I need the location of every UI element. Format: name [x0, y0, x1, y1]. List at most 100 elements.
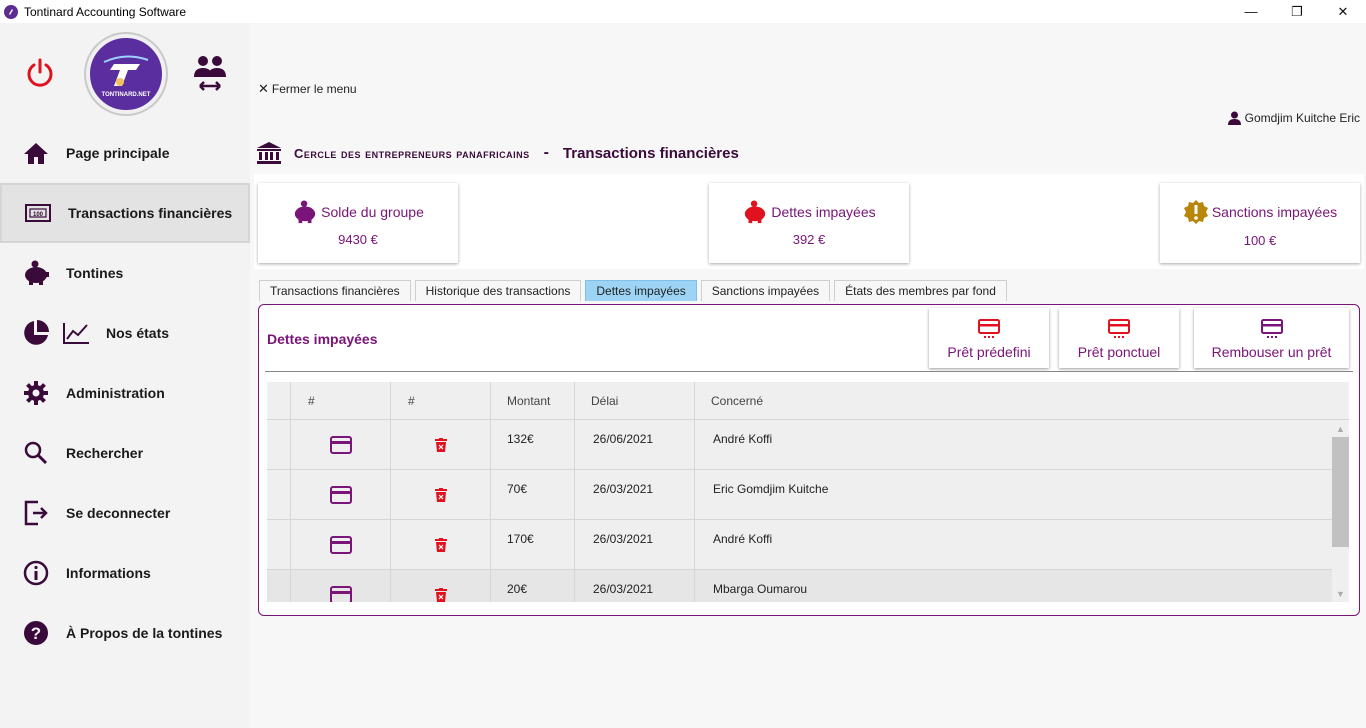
row-header[interactable] — [267, 520, 291, 569]
credit-card-icon[interactable] — [329, 535, 352, 554]
sidebar-item-home[interactable]: Page principale — [0, 123, 250, 183]
scroll-up-icon[interactable]: ▲ — [1332, 420, 1349, 437]
tab-transactions-financieres[interactable]: Transactions financières — [259, 280, 411, 301]
sidebar-item-rechercher[interactable]: Rechercher — [0, 423, 250, 483]
cell-concerne: Mbarga Oumarou — [713, 582, 808, 596]
cell-concerne: Eric Gomdjim Kuitche — [713, 482, 829, 496]
column-header-action2[interactable]: # — [391, 382, 491, 419]
tab-etats-membres[interactable]: États des membres par fond — [834, 280, 1007, 301]
cell-montant: 132€ — [491, 420, 575, 469]
pret-predefini-button[interactable]: Prêt prédefini — [929, 308, 1049, 368]
svg-text:?: ? — [31, 624, 41, 643]
power-icon[interactable] — [24, 57, 56, 94]
current-user[interactable]: Gomdjim Kuitche Eric — [1227, 111, 1360, 125]
pie-chart-icon — [22, 319, 50, 347]
cell-delai: 26/06/2021 — [575, 420, 695, 469]
maximize-button[interactable]: ❐ — [1274, 0, 1320, 23]
button-label: Prêt ponctuel — [1077, 343, 1161, 360]
table-row[interactable]: 132€ 26/06/2021 André Koffi — [267, 420, 1349, 470]
credit-card-icon[interactable] — [329, 585, 352, 602]
scroll-thumb[interactable] — [1332, 437, 1349, 547]
table-row[interactable]: 70€ 26/03/2021 Eric Gomdjim Kuitche — [267, 470, 1349, 520]
sidebar-item-transactions[interactable]: 100 Transactions financières — [0, 183, 250, 243]
header-separator: - — [543, 144, 549, 161]
row-header[interactable] — [267, 420, 291, 469]
close-menu-button[interactable]: ✕ Fermer le menu — [258, 81, 357, 97]
delete-icon[interactable] — [434, 537, 447, 552]
sidebar-item-deconnecter[interactable]: Se deconnecter — [0, 483, 250, 543]
credit-card-icon — [1260, 317, 1283, 339]
cell-montant: 70€ — [491, 470, 575, 519]
logo: TONTINARD.NET — [86, 34, 166, 114]
dettes-table: # # Montant Délai Concerné 132€ 26/06/20… — [267, 382, 1349, 602]
tab-sanctions-impayees[interactable]: Sanctions impayées — [700, 280, 831, 301]
help-icon: ? — [22, 619, 50, 647]
page-title: Transactions financières — [562, 144, 739, 162]
column-header-montant[interactable]: Montant — [491, 382, 575, 419]
sidebar: TONTINARD.NET Page principale 100 Transa… — [0, 23, 250, 728]
card-sanctions-impayees: Sanctions impayées 100 € — [1160, 183, 1360, 263]
line-chart-icon — [62, 319, 90, 347]
card-solde-groupe: Solde du groupe 9430 € — [258, 183, 458, 263]
sidebar-item-tontines[interactable]: Tontines — [0, 243, 250, 303]
card-value: 9430 € — [338, 231, 378, 247]
button-label: Rembouser un prêt — [1211, 343, 1332, 360]
tab-historique-transactions[interactable]: Historique des transactions — [414, 280, 582, 301]
cell-concerne: André Koffi — [713, 532, 773, 546]
cell-montant: 170€ — [491, 520, 575, 569]
cell-delai: 26/03/2021 — [575, 520, 695, 569]
cell-delai: 26/03/2021 — [575, 570, 695, 602]
page-header: Cercle des entrepreneurs panafricains - … — [256, 141, 739, 165]
credit-card-icon — [978, 317, 1000, 339]
main-content: ✕ Fermer le menu Gomdjim Kuitche Eric Ce… — [250, 23, 1366, 728]
card-dettes-impayees: Dettes impayées 392 € — [709, 183, 909, 263]
column-header-delai[interactable]: Délai — [575, 382, 695, 419]
button-label: Prêt prédefini — [947, 343, 1031, 360]
switch-users-icon[interactable] — [192, 53, 228, 98]
close-icon: ✕ — [258, 81, 269, 96]
tab-bar: Transactions financières Historique des … — [259, 280, 1011, 301]
rembourser-pret-button[interactable]: Rembouser un prêt — [1194, 308, 1349, 368]
scroll-down-icon[interactable]: ▼ — [1332, 585, 1349, 602]
delete-icon[interactable] — [434, 587, 447, 602]
card-title: Solde du groupe — [321, 203, 424, 220]
summary-cards: Solde du groupe 9430 € Dettes impayées 3… — [254, 174, 1364, 269]
table-scrollbar[interactable]: ▲ ▼ — [1332, 420, 1349, 602]
card-title: Sanctions impayées — [1211, 203, 1338, 220]
piggy-bank-icon — [22, 259, 50, 287]
app-icon — [4, 4, 18, 19]
sidebar-item-informations[interactable]: Informations — [0, 543, 250, 603]
title-bar: Tontinard Accounting Software — ❐ ✕ — [0, 0, 1366, 23]
credit-card-icon[interactable] — [329, 485, 352, 504]
delete-icon[interactable] — [434, 437, 447, 452]
gear-icon — [22, 379, 50, 407]
table-row[interactable]: 20€ 26/03/2021 Mbarga Oumarou — [267, 570, 1349, 602]
logo-text: TONTINARD.NET — [101, 92, 151, 98]
sidebar-item-administration[interactable]: Administration — [0, 363, 250, 423]
card-title: Dettes impayées — [771, 203, 876, 220]
row-header[interactable] — [267, 470, 291, 519]
tab-dettes-impayees[interactable]: Dettes impayées — [585, 280, 697, 301]
row-header[interactable] — [267, 570, 291, 602]
column-header-action1[interactable]: # — [291, 382, 391, 419]
sidebar-item-label: Nos états — [106, 325, 170, 341]
close-menu-label: Fermer le menu — [271, 82, 357, 96]
minimize-button[interactable]: — — [1228, 0, 1274, 23]
cell-delai: 26/03/2021 — [575, 470, 695, 519]
panel-title: Dettes impayées — [267, 331, 378, 347]
pret-ponctuel-button[interactable]: Prêt ponctuel — [1059, 308, 1179, 368]
column-header-concerne[interactable]: Concerné — [695, 382, 1332, 419]
close-window-button[interactable]: ✕ — [1320, 0, 1366, 23]
credit-card-icon — [1108, 317, 1130, 339]
sidebar-nav: Page principale 100 Transactions financi… — [0, 123, 250, 663]
table-row[interactable]: 170€ 26/03/2021 André Koffi — [267, 520, 1349, 570]
piggy-bank-icon — [292, 199, 318, 224]
delete-icon[interactable] — [434, 487, 447, 502]
sidebar-item-a-propos[interactable]: ? À Propos de la tontines — [0, 603, 250, 663]
user-icon — [1227, 111, 1241, 125]
credit-card-icon[interactable] — [329, 435, 352, 454]
sidebar-item-label: Transactions financières — [68, 205, 233, 221]
cell-montant: 20€ — [491, 570, 575, 602]
card-value: 392 € — [792, 231, 826, 247]
sidebar-item-nos-etats[interactable]: Nos états — [0, 303, 250, 363]
